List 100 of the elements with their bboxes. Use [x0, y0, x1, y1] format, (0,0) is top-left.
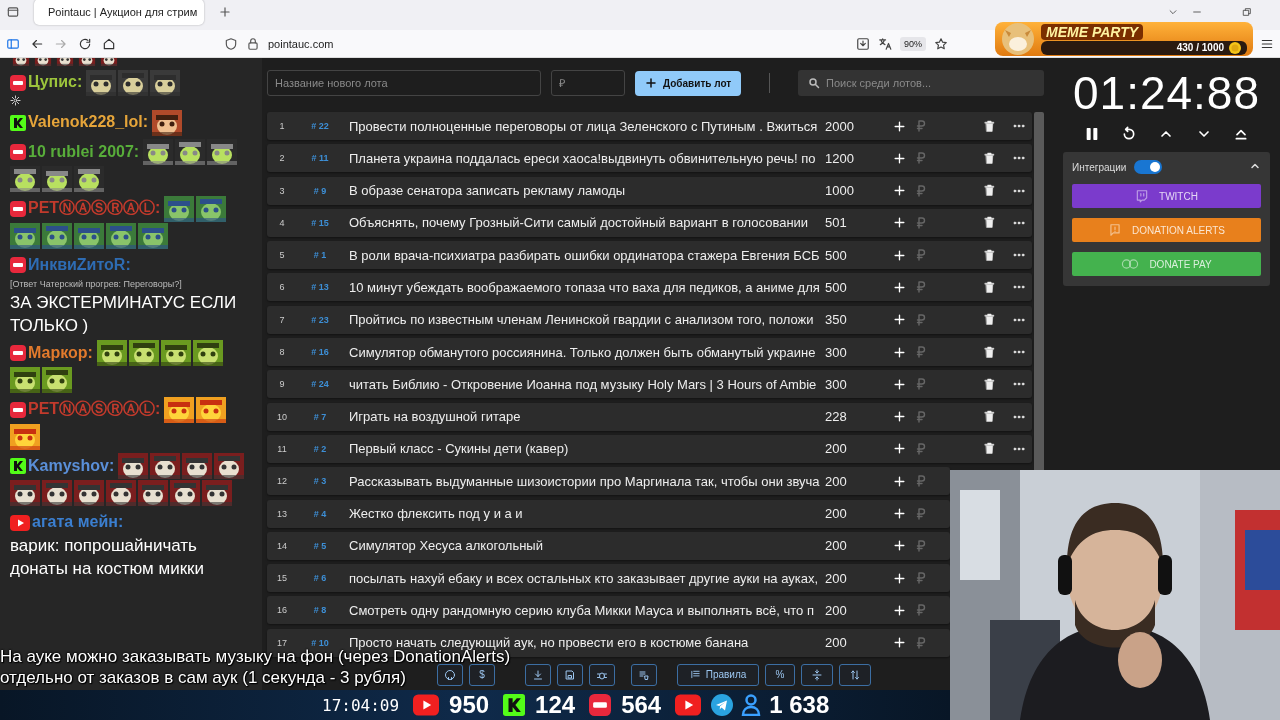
lot-title: Провести полноценные переговоры от лица Зеленского с Путиным . Вжиться	[348, 118, 819, 134]
lot-title: Планета украина поддалась ереси хаоса!выдвинуть обвинительную речь! по	[348, 150, 817, 166]
search-field[interactable]: Поиск среди лотов...	[798, 70, 1044, 96]
lot-id: # 24	[310, 379, 330, 390]
row-number: 9	[278, 379, 286, 390]
lot-row[interactable]: 6 # 13 10 минут убеждать воображаемого топаза что ваха для педиков, а аниме для 500	[267, 273, 1032, 302]
lot-title: В образе сенатора записать рекламу ламоды	[348, 183, 627, 199]
lot-row[interactable]: 8 # 16 Симулятор обманутого россиянина. Только должен быть обманутый украине 300	[267, 338, 1032, 367]
lot-amount: 300	[824, 376, 848, 392]
rules-button[interactable]: Правила	[677, 663, 759, 686]
lot-id: # 15	[310, 217, 330, 228]
lot-title: читать Библию - Откровение Иоанна под музыку Holy Mars | 3 Hours of Ambie	[348, 376, 818, 392]
row-number: 12	[276, 476, 288, 487]
reply-quote: [Ответ Чатерский прогрев: Переговоры?]	[10, 277, 183, 291]
row-number: 17	[276, 637, 288, 648]
lot-row[interactable]: 11 # 2 Первый класс - Сукины дети (кавер) 200	[267, 434, 1032, 463]
lot-title: Первый класс - Сукины дети (кавер)	[348, 441, 570, 457]
lot-id: # 16	[310, 347, 330, 358]
lot-id: # 2	[312, 443, 328, 454]
stream-clock: 17:04:09	[322, 695, 400, 715]
lot-row[interactable]: 16 # 8 Смотреть одну рандомную серию клуба Микки Мауса и выполнять всё, что п 200	[267, 596, 950, 625]
lot-row[interactable]: 5 # 1 В роли врача-психиатра разбирать ошибки ординатора стажера Евгения БСБ 500	[267, 241, 1032, 270]
lot-title: Жестко флексить под у и а и	[348, 506, 524, 522]
lot-row[interactable]: 12 # 3 Рассказывать выдуманные шизоистории про Маргинала так, чтобы они звуча 200	[267, 467, 950, 496]
lot-amount: 200	[824, 506, 848, 522]
lot-amount: 1200	[824, 150, 855, 166]
progress-count: 430 / 1000	[1176, 42, 1224, 53]
lot-title: Играть на воздушной гитаре	[348, 409, 522, 425]
lot-id: # 9	[312, 185, 328, 196]
browser-tab[interactable]: Pointauc | Аукцион для стрим	[34, 0, 204, 25]
lot-row[interactable]: 7 # 23 Пройтись по известным членам Ленинской гвардии с анализом того, положи 350	[267, 305, 1032, 334]
lot-row[interactable]: 4 # 15 Объяснять, почему Грозный-Сити самый достойный вариант в голосовании 501	[267, 208, 1032, 237]
chat-username: Valenok228_lol:	[28, 112, 149, 130]
integration-button[interactable]: TWITCH	[1072, 184, 1261, 208]
lot-row[interactable]: 1 # 22 Провести полноценные переговоры от лица Зеленского с Путиным . Вжиться 2000	[267, 112, 1032, 140]
lot-amount: 228	[824, 409, 848, 425]
row-number: 3	[278, 185, 286, 196]
row-number: 7	[278, 314, 286, 325]
address-bar[interactable]: pointauc.com 90%	[216, 32, 956, 55]
row-number: 10	[276, 411, 288, 422]
lot-title: Симулятор обманутого россиянина. Только должен быть обманутый украине	[348, 344, 817, 360]
chat-message: ЗА ЭКСТЕРМИНАТУС ЕСЛИ ТОЛЬКО )	[10, 291, 238, 337]
lot-row[interactable]: 9 # 24 читать Библию - Откровение Иоанна под музыку Holy Mars | 3 Hours of Ambie 300	[267, 370, 1032, 399]
row-number: 4	[278, 217, 286, 228]
row-number: 13	[276, 508, 288, 519]
lot-row[interactable]: 13 # 4 Жестко флексить под у и а и 200	[267, 499, 950, 528]
lot-id: # 8	[312, 605, 328, 616]
row-number: 1	[278, 121, 286, 131]
lot-amount: 200	[824, 570, 848, 586]
lot-id: # 3	[312, 476, 328, 487]
percent-button[interactable]: %	[765, 663, 795, 686]
lot-id: # 13	[310, 282, 330, 293]
viewer-count: 950	[449, 691, 490, 719]
row-number: 15	[276, 573, 288, 584]
lot-row[interactable]: 14 # 5 Симулятор Хесуса алкогольный 200	[267, 531, 950, 560]
lot-amount: 200	[824, 441, 848, 457]
lot-id: # 22	[310, 121, 330, 131]
meme-party-logo: MEME PARTY	[1041, 23, 1144, 40]
lot-id: # 10	[310, 637, 330, 648]
lot-amount: 200	[824, 635, 848, 651]
lot-amount: 500	[824, 247, 848, 263]
lot-id: # 7	[312, 411, 328, 422]
add-lot-button[interactable]: Добавить лот	[635, 70, 742, 96]
url-text: pointauc.com	[268, 37, 334, 50]
price-field[interactable]: ₽	[551, 70, 626, 96]
row-number: 11	[276, 443, 288, 454]
chat-username: агата мейн:	[32, 513, 124, 531]
lot-amount: 500	[824, 280, 848, 295]
lot-title: Объяснять, почему Грозный-Сити самый достойный вариант в голосовании	[348, 215, 810, 231]
lot-id: # 4	[312, 508, 328, 519]
viewer-count: 1 638	[769, 691, 830, 719]
lot-id: # 1	[312, 250, 328, 261]
lot-title: В роли врача-психиатра разбирать ошибки ординатора стажера Евгения БСБ	[348, 247, 819, 263]
lot-amount: 501	[824, 215, 848, 231]
lot-row[interactable]: 3 # 9 В образе сенатора записать рекламу ламоды 1000	[267, 176, 1032, 205]
lot-title: Просто начать следующий аук, но провести его в костюме банана	[349, 635, 750, 651]
zoom-level[interactable]: 90%	[900, 36, 926, 51]
chat-username: PETⓃⒶⓈⓇⒶⓁ:	[28, 400, 161, 418]
viewer-count: 124	[535, 691, 576, 719]
lot-id: # 23	[310, 314, 330, 325]
lot-id: # 11	[310, 153, 330, 164]
lot-amount: 200	[824, 538, 848, 554]
lot-title: Пройтись по известным членам Ленинской гвардии с анализом того, положи	[348, 312, 815, 328]
lot-row[interactable]: 10 # 7 Играть на воздушной гитаре 228	[267, 402, 1032, 431]
lot-amount: 200	[824, 602, 848, 618]
lot-title: 10 минут убеждать воображаемого топаза что ваха для педиков, а аниме для	[348, 280, 819, 295]
row-number: 6	[278, 282, 286, 293]
lot-row[interactable]: 2 # 11 Планета украина поддалась ереси хаоса!выдвинуть обвинительную речь! по 1200	[267, 144, 1032, 173]
currency-button[interactable]: $	[469, 663, 495, 686]
chat-username: ИнквиZитоR:	[28, 255, 131, 273]
lot-row[interactable]: 15 # 6 посылать нахуй ебаку и всех остальных кто заказывает другие ауки на ауках, 200	[267, 564, 950, 593]
caption-text: отдельно от заказов в сам аук (1 секунда - 3 рубля)	[0, 667, 406, 688]
viewer-count: 564	[621, 691, 662, 719]
row-number: 8	[278, 347, 286, 358]
lot-name-field[interactable]: Название нового лота	[267, 70, 542, 96]
chat-username: Маркор:	[28, 343, 93, 361]
lot-amount: 350	[824, 312, 848, 328]
integrations-label: Интеграции	[1072, 161, 1127, 173]
lot-title: Смотреть одну рандомную серию клуба Микки Мауса и выполнять всё, что п	[348, 602, 815, 618]
lot-title: Рассказывать выдуманные шизоистории про Маргинала так, чтобы они звуча	[348, 473, 819, 489]
